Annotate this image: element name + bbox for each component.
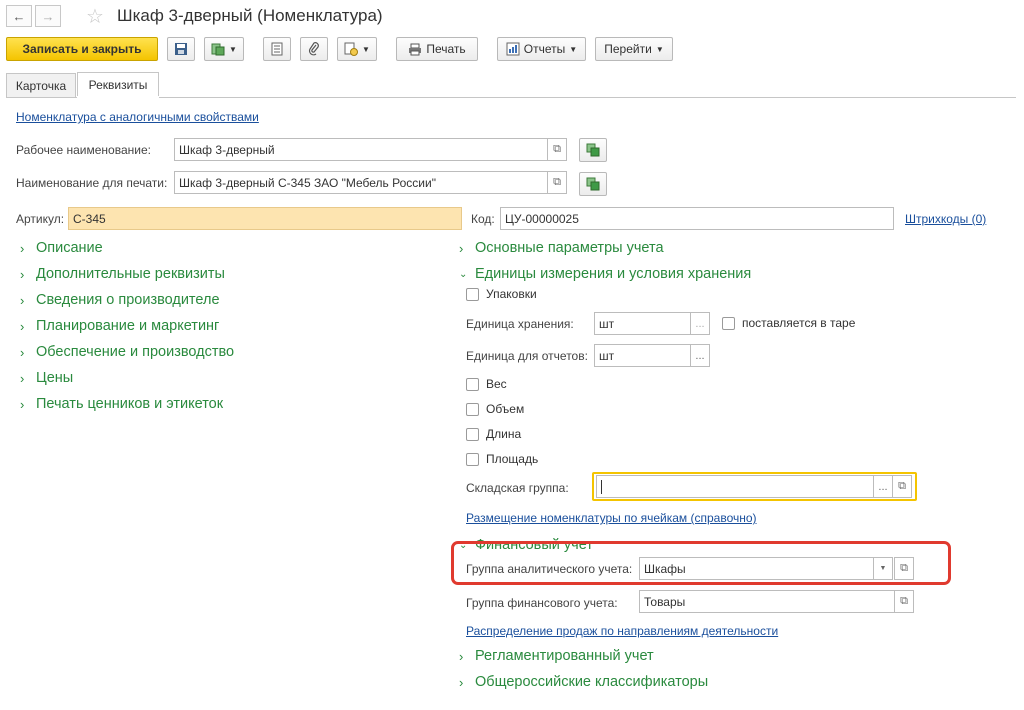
chevron-down-icon: ⌄	[459, 268, 468, 280]
chevron-right-icon: ›	[459, 648, 464, 664]
open-button[interactable]: ⧉	[547, 171, 567, 194]
finance-group-label: Группа финансового учета:	[466, 596, 618, 610]
print-button[interactable]: Печать	[396, 37, 478, 61]
chevron-right-icon: ›	[20, 266, 25, 282]
print-name-label: Наименование для печати:	[16, 176, 168, 190]
section-planning[interactable]: › Планирование и маркетинг	[20, 318, 219, 334]
open-button[interactable]: ⧉	[547, 138, 567, 161]
warehouse-group-select-button[interactable]: ...	[873, 475, 893, 498]
section-regulated[interactable]: › Регламентированный учет	[459, 648, 654, 664]
warehouse-group-input[interactable]	[596, 475, 874, 498]
chevron-down-icon: ▼	[655, 44, 664, 54]
warehouse-group-open-button[interactable]: ⧉	[892, 475, 912, 498]
chevron-right-icon: ›	[459, 674, 464, 690]
similar-properties-link[interactable]: Номенклатура с аналогичными свойствами	[16, 110, 259, 124]
back-button[interactable]: ←	[6, 5, 32, 27]
length-checkbox-row[interactable]: Длина	[466, 427, 521, 441]
volume-checkbox-row[interactable]: Объем	[466, 402, 524, 416]
chevron-down-icon: ▼	[362, 44, 370, 54]
chevron-right-icon: ›	[20, 396, 25, 412]
translate-icon	[586, 177, 600, 191]
section-price-tags[interactable]: › Печать ценников и этикеток	[20, 396, 223, 412]
arrow-left-icon: ←	[12, 8, 26, 24]
create-based-on-button[interactable]: ▼	[204, 37, 244, 61]
chevron-right-icon: ›	[20, 318, 25, 334]
translate-icon	[586, 143, 600, 157]
barcodes-link[interactable]: Штрихкоды (0)	[905, 212, 986, 226]
area-checkbox[interactable]	[466, 452, 479, 466]
finance-group-open-button[interactable]: ⧉	[894, 590, 914, 613]
translate-work-name-button[interactable]	[579, 138, 607, 162]
chevron-right-icon: ›	[20, 240, 25, 256]
work-name-label: Рабочее наименование:	[16, 143, 151, 157]
section-extra-requisites[interactable]: › Дополнительные реквизиты	[20, 266, 225, 282]
paperclip-icon	[308, 42, 319, 56]
article-label: Артикул:	[16, 212, 65, 226]
translate-print-name-button[interactable]	[579, 172, 607, 196]
save-button[interactable]	[167, 37, 195, 61]
section-units[interactable]: ⌄ Единицы измерения и условия хранения	[459, 266, 751, 282]
open-window-icon: ⧉	[900, 595, 908, 607]
storage-unit-input[interactable]: шт	[594, 312, 691, 335]
article-input[interactable]: С-345	[68, 207, 462, 230]
create-related-button[interactable]: ▼	[337, 37, 377, 61]
finance-group-input[interactable]: Товары	[639, 590, 895, 613]
volume-checkbox[interactable]	[466, 402, 479, 416]
section-description[interactable]: › Описание	[20, 240, 103, 256]
report-unit-input[interactable]: шт	[594, 344, 691, 367]
page-title: Шкаф 3-дверный (Номенклатура)	[117, 6, 383, 25]
reports-button[interactable]: Отчеты ▼	[497, 37, 586, 61]
work-name-input[interactable]: Шкаф 3-дверный	[174, 138, 548, 161]
in-container-checkbox-row[interactable]: поставляется в таре	[722, 316, 855, 330]
print-name-input[interactable]: Шкаф 3-дверный С-345 ЗАО "Мебель России"	[174, 171, 548, 194]
weight-checkbox[interactable]	[466, 377, 479, 391]
printer-icon	[409, 43, 422, 55]
attach-file-button[interactable]	[300, 37, 328, 61]
chevron-right-icon: ›	[20, 370, 25, 386]
packages-checkbox[interactable]	[466, 287, 479, 301]
open-window-icon: ⧉	[898, 480, 906, 492]
chevron-right-icon: ›	[20, 344, 25, 360]
open-window-icon: ⧉	[553, 143, 561, 155]
section-supply[interactable]: › Обеспечение и производство	[20, 344, 234, 360]
create-document-icon	[211, 43, 225, 56]
open-window-icon: ⧉	[553, 176, 561, 188]
floppy-disk-icon	[175, 43, 187, 55]
section-classifiers[interactable]: › Общероссийские классификаторы	[459, 674, 708, 690]
code-input[interactable]: ЦУ-00000025	[500, 207, 894, 230]
chevron-down-icon: ▼	[569, 44, 578, 54]
area-checkbox-row[interactable]: Площадь	[466, 452, 538, 466]
section-main-params[interactable]: › Основные параметры учета	[459, 240, 664, 256]
code-label: Код:	[471, 212, 495, 226]
section-manufacturer[interactable]: › Сведения о производителе	[20, 292, 220, 308]
warehouse-group-label: Складская группа:	[466, 481, 569, 495]
text-cursor	[601, 479, 602, 494]
length-checkbox[interactable]	[466, 427, 479, 441]
in-container-checkbox[interactable]	[722, 316, 735, 330]
chevron-down-icon: ▼	[229, 44, 237, 54]
save-and-close-button[interactable]: Записать и закрыть	[6, 37, 158, 61]
list-button[interactable]	[263, 37, 291, 61]
storage-unit-label: Единица хранения:	[466, 317, 574, 331]
highlight-frame	[451, 541, 951, 585]
weight-checkbox-row[interactable]: Вес	[466, 377, 507, 391]
report-icon	[506, 42, 520, 56]
favorite-star-icon[interactable]: ☆	[86, 4, 104, 29]
cells-placement-link[interactable]: Размещение номенклатуры по ячейкам (спра…	[466, 511, 757, 525]
chevron-right-icon: ›	[20, 292, 25, 308]
section-prices[interactable]: › Цены	[20, 370, 73, 386]
forward-button[interactable]: →	[35, 5, 61, 27]
packages-checkbox-row[interactable]: Упаковки	[466, 287, 537, 301]
arrow-right-icon: →	[41, 8, 55, 24]
tab-card[interactable]: Карточка	[6, 73, 76, 97]
chevron-right-icon: ›	[459, 240, 464, 256]
document-clock-icon	[344, 42, 359, 56]
report-unit-label: Единица для отчетов:	[466, 349, 588, 363]
report-unit-select-button[interactable]: ...	[690, 344, 710, 367]
list-icon	[271, 42, 283, 56]
storage-unit-select-button[interactable]: ...	[690, 312, 710, 335]
goto-button[interactable]: Перейти ▼	[595, 37, 673, 61]
sales-distribution-link[interactable]: Распределение продаж по направлениям дея…	[466, 624, 778, 638]
tab-requisites[interactable]: Реквизиты	[77, 72, 159, 97]
